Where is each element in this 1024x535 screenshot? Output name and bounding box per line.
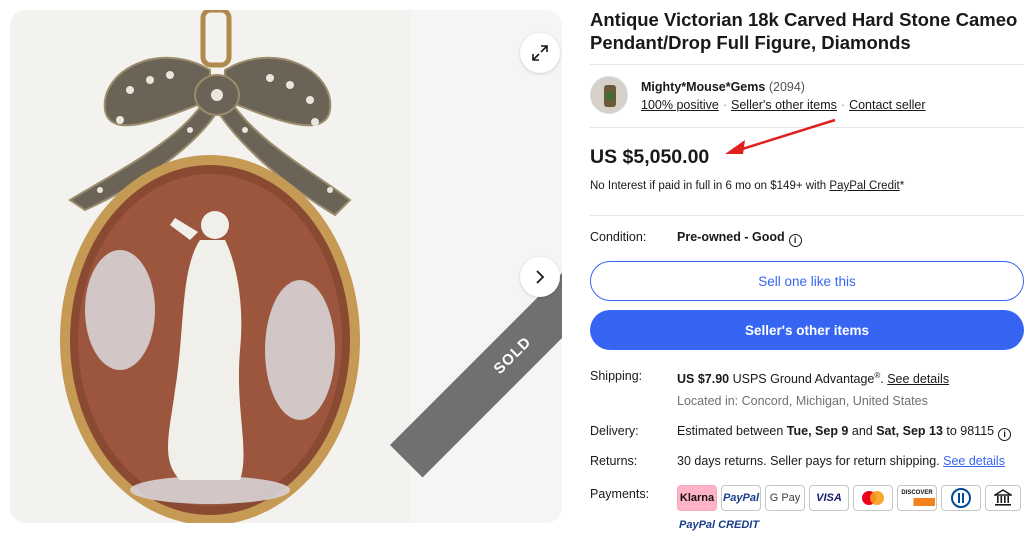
item-location: Located in: Concord, Michigan, United St… <box>677 394 928 408</box>
info-icon[interactable]: i <box>998 428 1012 441</box>
info-icon[interactable]: i <box>788 234 802 247</box>
returns-value: 30 days returns. Seller pays for return … <box>677 454 1005 468</box>
separator: · <box>722 98 727 112</box>
seller-links: 100% positive · Seller's other items · Conta… <box>641 98 926 112</box>
seller-name[interactable]: Mighty*Mouse*Gems <box>641 80 765 94</box>
delivery-zip: to 98115 <box>942 424 995 438</box>
klarna-icon: Klarna <box>677 485 717 511</box>
returns-details-link[interactable]: See details <box>943 454 1005 468</box>
divider <box>590 215 1024 216</box>
diners-club-icon <box>941 485 981 511</box>
bank-icon <box>985 485 1021 511</box>
delivery-prefix: Estimated between <box>677 424 787 438</box>
next-image-button[interactable] <box>520 257 560 297</box>
seller-other-items-link[interactable]: Seller's other items <box>731 98 837 112</box>
discover-icon: DISCOVER <box>897 485 937 511</box>
payments-label: Payments: <box>590 487 650 501</box>
image-gallery: SOLD <box>10 10 562 523</box>
seller-info: Mighty*Mouse*Gems (2094) <box>641 80 805 94</box>
paypal-credit-link[interactable]: PayPal Credit <box>829 180 899 192</box>
google-pay-icon: G Pay <box>765 485 805 511</box>
mastercard-logo <box>862 491 884 505</box>
discover-stripe <box>899 498 935 506</box>
paypal-credit-icon: PayPal CREDIT <box>679 519 760 531</box>
credit-suffix: * <box>899 180 905 192</box>
credit-text: No Interest if paid in full in 6 mo on $… <box>590 180 830 192</box>
delivery-value: Estimated between Tue, Sep 9 and Sat, Se… <box>677 424 1012 441</box>
mastercard-icon <box>853 485 893 511</box>
price: US $5,050.00 <box>590 146 710 168</box>
condition-label: Condition: <box>590 230 647 244</box>
delivery-start: Tue, Sep 9 <box>786 424 849 438</box>
chevron-right-icon <box>536 270 545 284</box>
delivery-label: Delivery: <box>590 424 639 438</box>
paypal-icon: PayPal <box>721 485 761 511</box>
cameo-image <box>10 10 410 523</box>
condition-value: Pre-owned - Good i <box>677 230 802 247</box>
separator: · <box>840 98 846 112</box>
expand-icon <box>532 45 548 61</box>
divider <box>590 64 1024 65</box>
sell-one-like-this-button[interactable]: Sell one like this <box>590 261 1024 301</box>
condition-text: Pre-owned - Good <box>677 230 785 244</box>
avatar-image <box>591 77 627 113</box>
visa-icon: VISA <box>809 485 849 511</box>
shipping-label: Shipping: <box>590 369 643 383</box>
discover-label: DISCOVER <box>901 490 933 496</box>
seller-avatar[interactable] <box>590 76 628 114</box>
returns-text: 30 days returns. Seller pays for return … <box>677 454 944 468</box>
cameo-pendant-photo[interactable] <box>10 10 410 523</box>
listing-title: Antique Victorian 18k Carved Hard Stone … <box>590 9 1018 53</box>
delivery-and: and <box>848 424 877 438</box>
shipping-service: USPS Ground Advantage <box>729 372 875 387</box>
shipping-details-link[interactable]: See details <box>887 372 949 386</box>
seller-positive-link[interactable]: 100% positive <box>641 98 719 112</box>
delivery-end: Sat, Sep 13 <box>876 424 943 438</box>
contact-seller-link[interactable]: Contact seller <box>849 98 925 112</box>
seller-feedback-count: (2094) <box>768 80 805 94</box>
paypal-credit-offer: No Interest if paid in full in 6 mo on $… <box>590 180 904 192</box>
diners-club-logo <box>951 488 971 508</box>
returns-label: Returns: <box>590 454 638 468</box>
annotation-arrow-icon <box>725 118 836 154</box>
bank-logo <box>994 489 1012 506</box>
expand-button[interactable] <box>520 33 560 73</box>
shipping-cost: US $7.90 <box>677 372 730 387</box>
sellers-other-items-button[interactable]: Seller's other items <box>590 310 1024 350</box>
shipping-value: US $7.90 USPS Ground Advantage®. See det… <box>677 371 949 386</box>
